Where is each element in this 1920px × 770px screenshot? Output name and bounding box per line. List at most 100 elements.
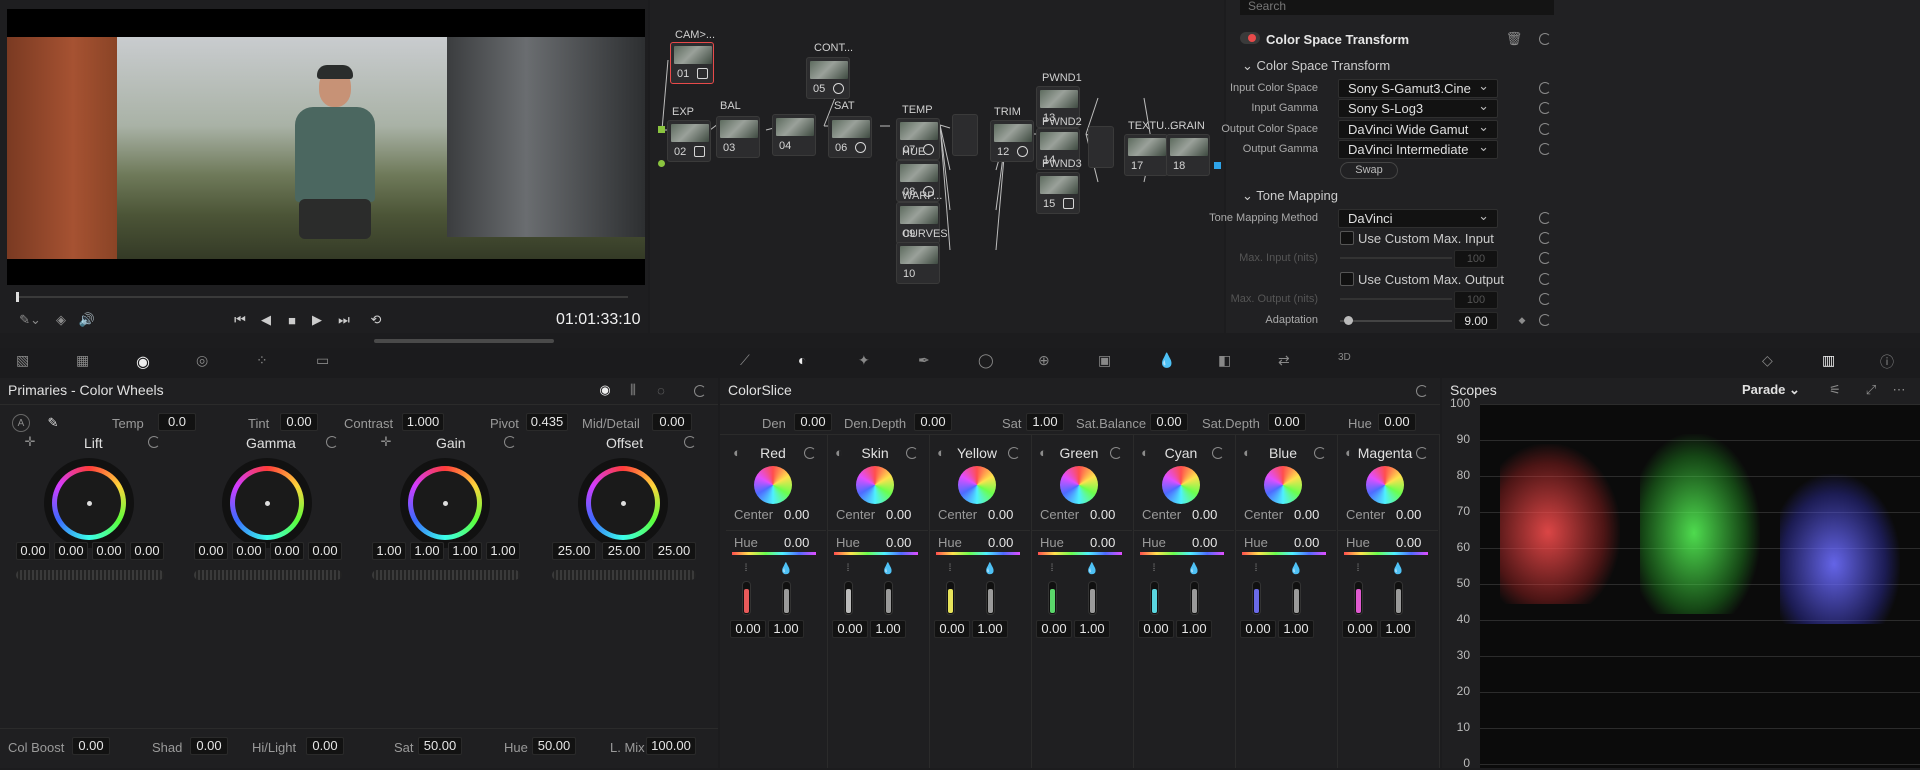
hue-field[interactable]: 0.00 (1378, 413, 1416, 431)
trash-icon[interactable]: 🗑 (1506, 31, 1523, 47)
luminance-value[interactable]: 1.00 (768, 620, 804, 638)
output-gamma-select[interactable]: DaVinci Intermediate (1338, 138, 1498, 159)
custom-output-checkbox[interactable] (1340, 272, 1354, 286)
swap-button[interactable]: Swap (1340, 162, 1398, 179)
gamma-b[interactable]: 0.00 (308, 542, 342, 560)
tint-field[interactable]: 0.00 (280, 413, 318, 431)
color-warper-icon[interactable]: ◐ (798, 352, 820, 374)
adaptation-field[interactable]: 9.00 (1454, 312, 1498, 330)
saturation-bar[interactable] (1354, 581, 1363, 615)
offset-g[interactable]: 25.00 (602, 542, 646, 560)
saturation-bar[interactable] (742, 581, 751, 615)
input-color-space-select[interactable]: Sony S-Gamut3.Cine (1338, 77, 1498, 98)
qualifier-icon[interactable]: ✦ (858, 352, 880, 374)
node-04[interactable]: 04 (772, 114, 816, 156)
saturation-bar[interactable] (946, 581, 955, 615)
saturation-bar[interactable] (1048, 581, 1057, 615)
slice-hue-wheel[interactable] (1264, 466, 1302, 504)
keyframes-icon[interactable]: ◇ (1762, 352, 1784, 374)
saturation-bar[interactable] (844, 581, 853, 615)
picker-icon[interactable]: ✎ (44, 414, 62, 432)
gamma-g[interactable]: 0.00 (270, 542, 304, 560)
center-value[interactable]: 0.00 (1396, 507, 1421, 522)
lmix-field[interactable]: 100.00 (646, 737, 696, 755)
sat-field[interactable]: 50.00 (418, 737, 462, 755)
reset-icon[interactable] (1539, 273, 1551, 285)
luminance-value[interactable]: 1.00 (1278, 620, 1314, 638)
output-color-space-select[interactable]: DaVinci Wide Gamut (1338, 118, 1498, 139)
hue-strip[interactable] (1242, 552, 1326, 555)
luminance-bar[interactable] (1292, 581, 1301, 615)
reset-icon[interactable] (804, 447, 816, 459)
reset-icon[interactable] (694, 385, 706, 397)
gain-y[interactable]: 1.00 (372, 542, 406, 560)
layer-mixer-node-2[interactable] (1088, 126, 1114, 168)
saturation-value[interactable]: 0.00 (730, 620, 766, 638)
saturation-value[interactable]: 0.00 (1342, 620, 1378, 638)
expand-icon[interactable]: ⤢ (1862, 381, 1880, 399)
reset-icon[interactable] (1110, 447, 1122, 459)
input-gamma-select[interactable]: Sony S-Log3 (1338, 97, 1498, 118)
lift-b[interactable]: 0.00 (130, 542, 164, 560)
gamma-wheel[interactable] (222, 458, 312, 548)
center-value[interactable]: 0.00 (886, 507, 911, 522)
slice-hue-wheel[interactable] (856, 466, 894, 504)
center-value[interactable]: 0.00 (988, 507, 1013, 522)
node-05[interactable]: 05 (806, 57, 850, 99)
offset-r[interactable]: 25.00 (552, 542, 596, 560)
gain-b[interactable]: 1.00 (486, 542, 520, 560)
crosshair-icon[interactable]: ✛ (22, 434, 38, 450)
hue-strip[interactable] (834, 552, 918, 555)
stop-icon[interactable]: ■ (284, 312, 300, 328)
luminance-value[interactable]: 1.00 (1074, 620, 1110, 638)
reset-icon[interactable] (1539, 252, 1551, 264)
gain-g[interactable]: 1.00 (448, 542, 482, 560)
contrast-field[interactable]: 1.000 (402, 413, 444, 431)
lift-g[interactable]: 0.00 (92, 542, 126, 560)
luminance-bar[interactable] (782, 581, 791, 615)
crosshair-icon[interactable]: ✛ (378, 434, 394, 450)
keyframe-icon[interactable]: ◆ (1516, 313, 1528, 327)
reset-icon[interactable] (1212, 447, 1224, 459)
blur-icon[interactable]: 💧 (1158, 352, 1180, 374)
reset-icon[interactable] (1416, 385, 1428, 397)
slice-hue-wheel[interactable] (1162, 466, 1200, 504)
volume-icon[interactable]: 🔊 (79, 312, 95, 328)
auto-balance-icon[interactable]: A (12, 414, 30, 432)
hue-strip[interactable] (1344, 552, 1428, 555)
reset-icon[interactable] (1539, 293, 1551, 305)
custom-input-checkbox[interactable] (1340, 231, 1354, 245)
log-mode-icon[interactable]: ◌ (652, 381, 670, 399)
adaptation-slider[interactable] (1340, 320, 1452, 322)
offset-wheel[interactable] (578, 458, 668, 548)
gamma-master-slider[interactable] (194, 570, 342, 580)
saturation-value[interactable]: 0.00 (934, 620, 970, 638)
hue-value[interactable]: 0.00 (1396, 535, 1421, 550)
max-input-field[interactable]: 100 (1454, 250, 1498, 268)
hue-strip[interactable] (936, 552, 1020, 555)
saturation-value[interactable]: 0.00 (832, 620, 868, 638)
hue-field[interactable]: 50.00 (532, 737, 576, 755)
hue-value[interactable]: 0.00 (1192, 535, 1217, 550)
reset-icon[interactable] (1539, 212, 1551, 224)
hdr-icon[interactable]: ◎ (196, 352, 218, 374)
saturation-value[interactable]: 0.00 (1036, 620, 1072, 638)
middetail-field[interactable]: 0.00 (652, 413, 692, 431)
sizing-icon[interactable]: ⇄ (1278, 352, 1300, 374)
hue-strip[interactable] (1038, 552, 1122, 555)
tone-method-select[interactable]: DaVinci (1338, 207, 1498, 228)
hue-value[interactable]: 0.00 (784, 535, 809, 550)
more-icon[interactable]: ⋯ (1890, 381, 1908, 399)
lift-r[interactable]: 0.00 (54, 542, 88, 560)
gain-master-slider[interactable] (372, 570, 520, 580)
color-match-icon[interactable]: ▦ (76, 352, 98, 374)
layers-icon[interactable]: ◈ (54, 312, 68, 328)
max-output-field[interactable]: 100 (1454, 291, 1498, 309)
lift-master-slider[interactable] (16, 570, 164, 580)
center-value[interactable]: 0.00 (1090, 507, 1115, 522)
info-icon[interactable]: ⓘ (1880, 352, 1902, 374)
step-back-icon[interactable]: ◀ (258, 312, 274, 328)
node-12[interactable]: 12 (990, 120, 1034, 162)
node-15[interactable]: 15 (1036, 172, 1080, 214)
luminance-value[interactable]: 1.00 (1380, 620, 1416, 638)
